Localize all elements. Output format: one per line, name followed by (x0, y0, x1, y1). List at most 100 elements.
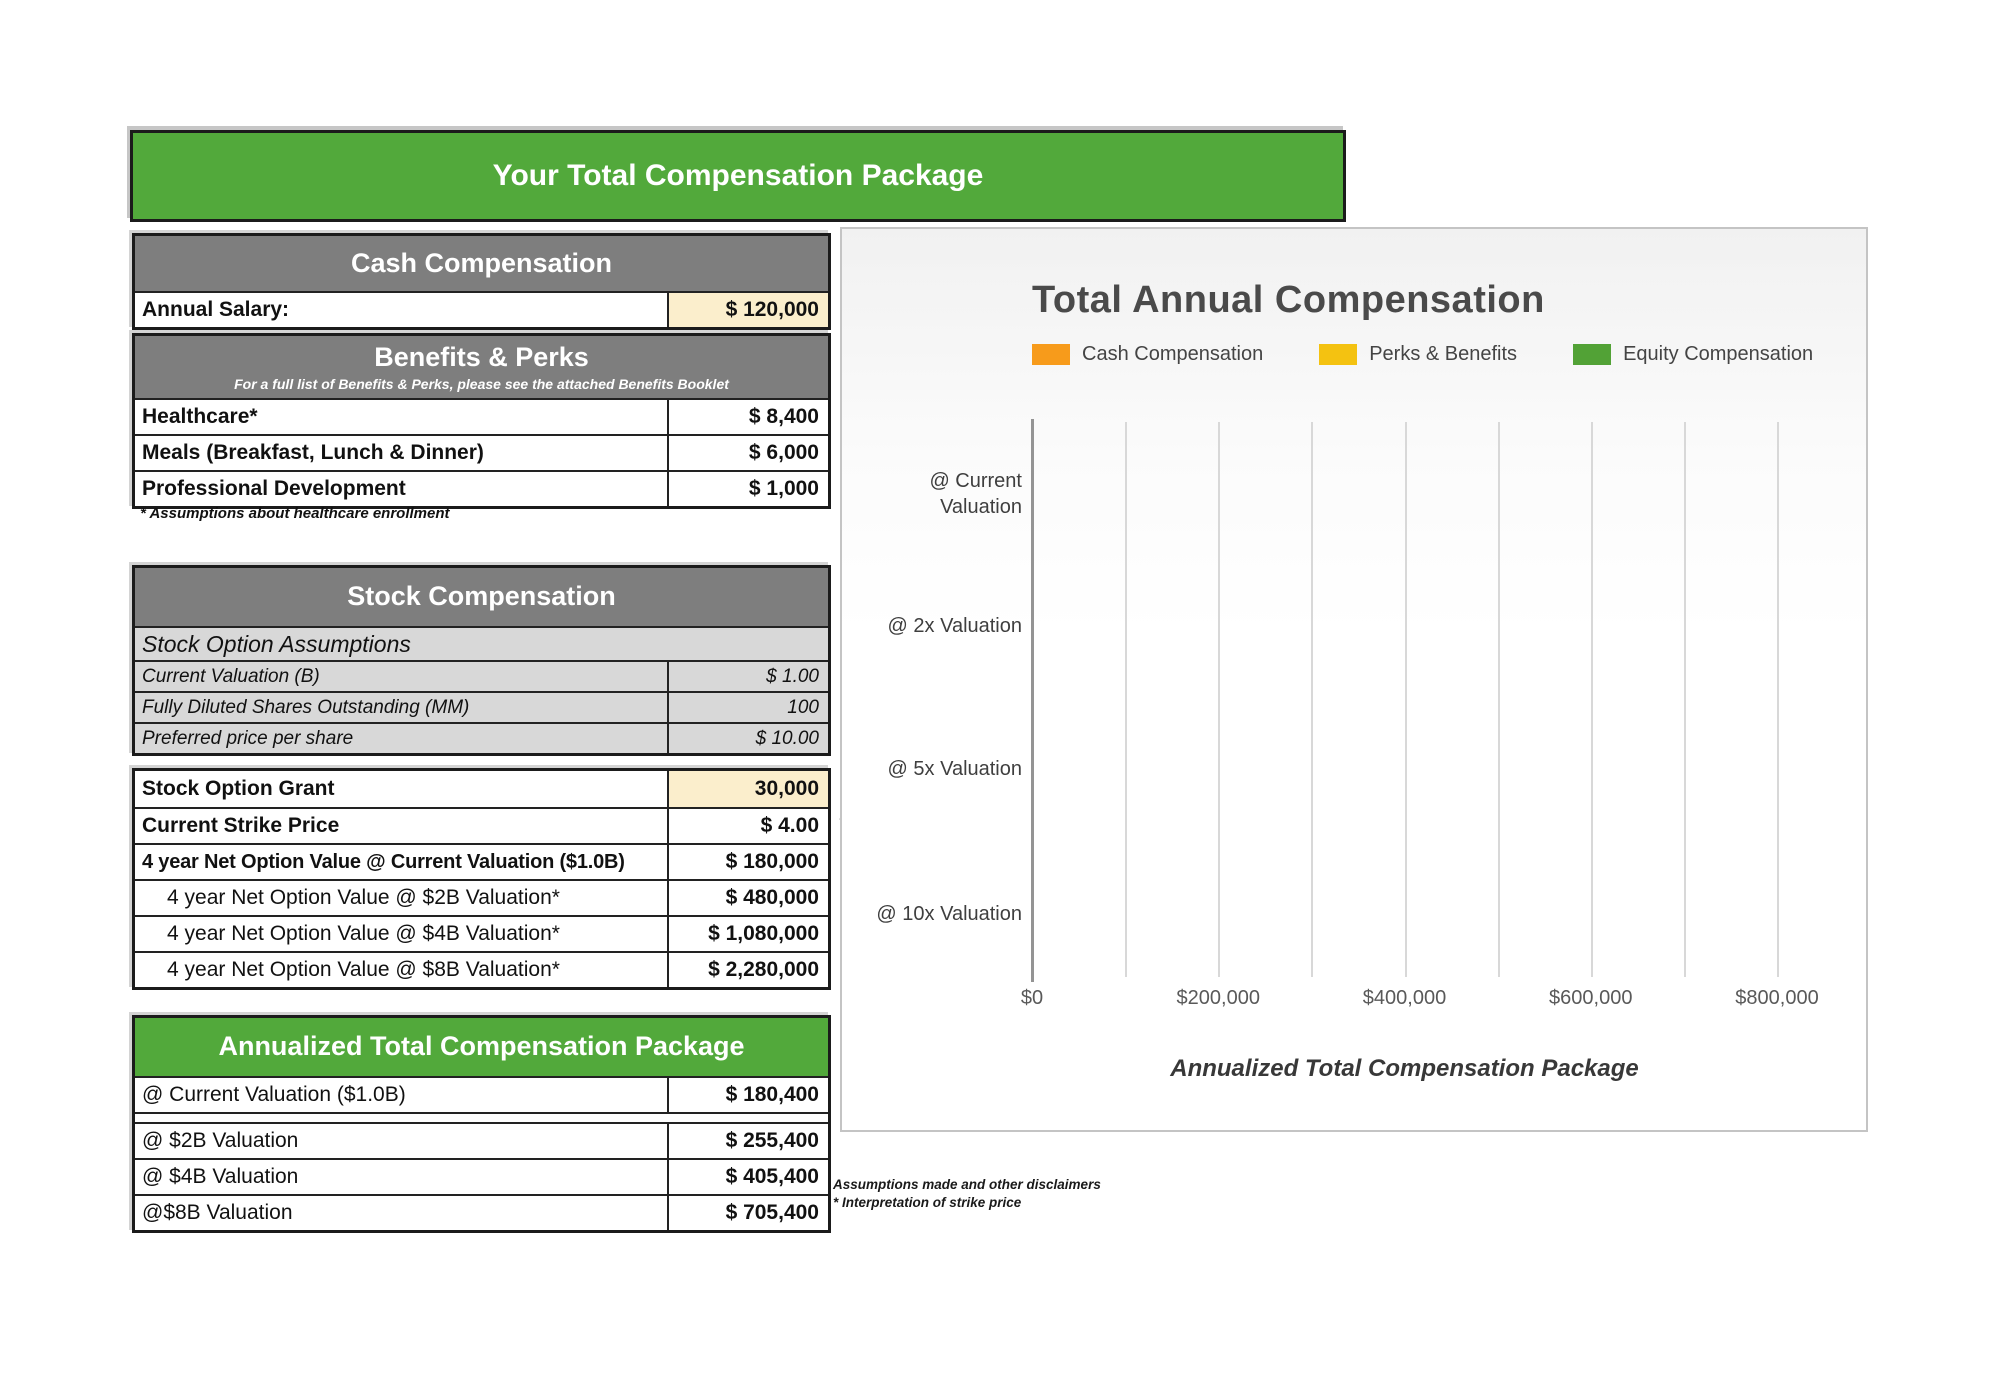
category-label: @ 10x Valuation (850, 901, 1022, 927)
chart-caption: Annualized Total Compensation Package (1032, 1055, 1777, 1083)
gridline (1311, 422, 1313, 977)
y-axis-line (1031, 419, 1034, 982)
x-tick-label: $0 (1021, 987, 1043, 1010)
stock-table-title: Stock Compensation (135, 581, 828, 612)
legend-item-perks: Perks & Benefits (1319, 343, 1517, 366)
current-strike-price-value: $ 4.00 (667, 809, 828, 843)
annualized-2b-label: @ $2B Valuation (135, 1124, 667, 1158)
net-option-current-label: 4 year Net Option Value @ Current Valuat… (135, 845, 667, 879)
current-valuation-label: Current Valuation (B) (135, 662, 667, 691)
annualized-total-table: Annualized Total Compensation Package @ … (132, 1015, 831, 1233)
cash-table-header: Cash Compensation (135, 236, 828, 291)
cash-compensation-table: Cash Compensation Annual Salary: $ 120,0… (132, 233, 831, 330)
table-row: 4 year Net Option Value @ $8B Valuation*… (135, 951, 828, 987)
healthcare-label: Healthcare* (135, 400, 667, 434)
cash-legend-swatch-icon (1032, 344, 1070, 365)
x-tick-label: $800,000 (1735, 987, 1818, 1010)
table-row: Preferred price per share $ 10.00 (135, 722, 828, 753)
equity-legend-label: Equity Compensation (1623, 343, 1813, 366)
gridline (1498, 422, 1500, 977)
chart-footnote-line2: * Interpretation of strike price (833, 1194, 1101, 1212)
stock-option-grant-table: Stock Option Grant 30,000 Current Strike… (132, 768, 831, 990)
chart-footnote-line1: Assumptions made and other disclaimers (833, 1176, 1101, 1194)
category-label: @ 5x Valuation (850, 756, 1022, 782)
equity-legend-swatch-icon (1573, 344, 1611, 365)
table-row: @$8B Valuation $ 705,400 (135, 1194, 828, 1230)
annualized-8b-value: $ 705,400 (667, 1196, 828, 1230)
net-option-8b-value: $ 2,280,000 (667, 953, 828, 987)
meals-label: Meals (Breakfast, Lunch & Dinner) (135, 436, 667, 470)
table-row: Current Valuation (B) $ 1.00 (135, 660, 828, 691)
net-option-8b-label: 4 year Net Option Value @ $8B Valuation* (135, 953, 667, 987)
diluted-shares-value: 100 (667, 693, 828, 722)
legend-item-equity: Equity Compensation (1573, 343, 1813, 366)
perks-legend-swatch-icon (1319, 344, 1357, 365)
perks-legend-label: Perks & Benefits (1369, 343, 1517, 366)
spacer-row (135, 1112, 828, 1122)
healthcare-value: $ 8,400 (667, 400, 828, 434)
category-label: @ Current Valuation (850, 468, 1022, 520)
table-row: Professional Development $ 1,000 (135, 470, 828, 506)
annualized-2b-value: $ 255,400 (667, 1124, 828, 1158)
annual-salary-input-cell[interactable]: $ 120,000 (667, 293, 828, 327)
benefits-table-header: Benefits & Perks For a full list of Bene… (135, 336, 828, 398)
x-tick-label: $200,000 (1177, 987, 1260, 1010)
table-row: 4 year Net Option Value @ $4B Valuation*… (135, 915, 828, 951)
current-valuation-value: $ 1.00 (667, 662, 828, 691)
annual-salary-label: Annual Salary: (135, 293, 667, 327)
table-row: @ Current Valuation ($1.0B) $ 180,400 (135, 1076, 828, 1112)
x-tick-label: $400,000 (1363, 987, 1446, 1010)
table-row: Healthcare* $ 8,400 (135, 398, 828, 434)
benefits-table-title: Benefits & Perks (135, 342, 828, 373)
preferred-price-value: $ 10.00 (667, 724, 828, 753)
compensation-chart-panel: Total Annual Compensation Cash Compensat… (840, 227, 1868, 1132)
stock-compensation-table: Stock Compensation Stock Option Assumpti… (132, 565, 831, 756)
table-row: Stock Option Grant 30,000 (135, 771, 828, 807)
professional-development-value: $ 1,000 (667, 472, 828, 506)
table-row: Annual Salary: $ 120,000 (135, 291, 828, 327)
gridline (1684, 422, 1686, 977)
gridline (1405, 422, 1407, 977)
professional-development-label: Professional Development (135, 472, 667, 506)
x-tick-label: $600,000 (1549, 987, 1632, 1010)
table-row: @ $4B Valuation $ 405,400 (135, 1158, 828, 1194)
benefits-table-subtitle: For a full list of Benefits & Perks, ple… (135, 376, 828, 392)
annualized-current-label: @ Current Valuation ($1.0B) (135, 1078, 667, 1112)
table-row: Meals (Breakfast, Lunch & Dinner) $ 6,00… (135, 434, 828, 470)
gridline (1591, 422, 1593, 977)
table-row: 4 year Net Option Value @ $2B Valuation*… (135, 879, 828, 915)
gridline (1125, 422, 1127, 977)
table-row: 4 year Net Option Value @ Current Valuat… (135, 843, 828, 879)
stock-option-grant-label: Stock Option Grant (135, 771, 667, 807)
annualized-current-value: $ 180,400 (667, 1078, 828, 1112)
table-row: Current Strike Price $ 4.00 * (135, 807, 828, 843)
gridline (1777, 422, 1779, 977)
stock-assumptions-subheader: Stock Option Assumptions (135, 626, 828, 660)
benefits-perks-table: Benefits & Perks For a full list of Bene… (132, 333, 831, 509)
table-row: Fully Diluted Shares Outstanding (MM) 10… (135, 691, 828, 722)
table-row: @ $2B Valuation $ 255,400 (135, 1122, 828, 1158)
chart-footnotes: Assumptions made and other disclaimers *… (833, 1176, 1101, 1212)
net-option-4b-value: $ 1,080,000 (667, 917, 828, 951)
cash-legend-label: Cash Compensation (1082, 343, 1263, 366)
gridline (1218, 422, 1220, 977)
plot-area (1032, 422, 1777, 977)
cash-table-title: Cash Compensation (135, 248, 828, 279)
meals-value: $ 6,000 (667, 436, 828, 470)
stock-table-header: Stock Compensation (135, 568, 828, 626)
net-option-4b-label: 4 year Net Option Value @ $4B Valuation* (135, 917, 667, 951)
benefits-footnote: * Assumptions about healthcare enrollmen… (140, 505, 450, 522)
title-banner: Your Total Compensation Package (130, 130, 1346, 222)
x-axis-labels: $0$200,000$400,000$600,000$800,000 (1032, 987, 1777, 1013)
stock-option-grant-input-cell[interactable]: 30,000 (667, 771, 828, 807)
net-option-2b-value: $ 480,000 (667, 881, 828, 915)
net-option-2b-label: 4 year Net Option Value @ $2B Valuation* (135, 881, 667, 915)
annualized-4b-value: $ 405,400 (667, 1160, 828, 1194)
annualized-table-header: Annualized Total Compensation Package (135, 1018, 828, 1076)
chart-title: Total Annual Compensation (1032, 279, 1545, 322)
category-label: @ 2x Valuation (850, 613, 1022, 639)
preferred-price-label: Preferred price per share (135, 724, 667, 753)
annualized-table-title: Annualized Total Compensation Package (135, 1031, 828, 1062)
stock-assumptions-title: Stock Option Assumptions (135, 628, 828, 660)
chart-legend: Cash Compensation Perks & Benefits Equit… (1032, 343, 1813, 366)
